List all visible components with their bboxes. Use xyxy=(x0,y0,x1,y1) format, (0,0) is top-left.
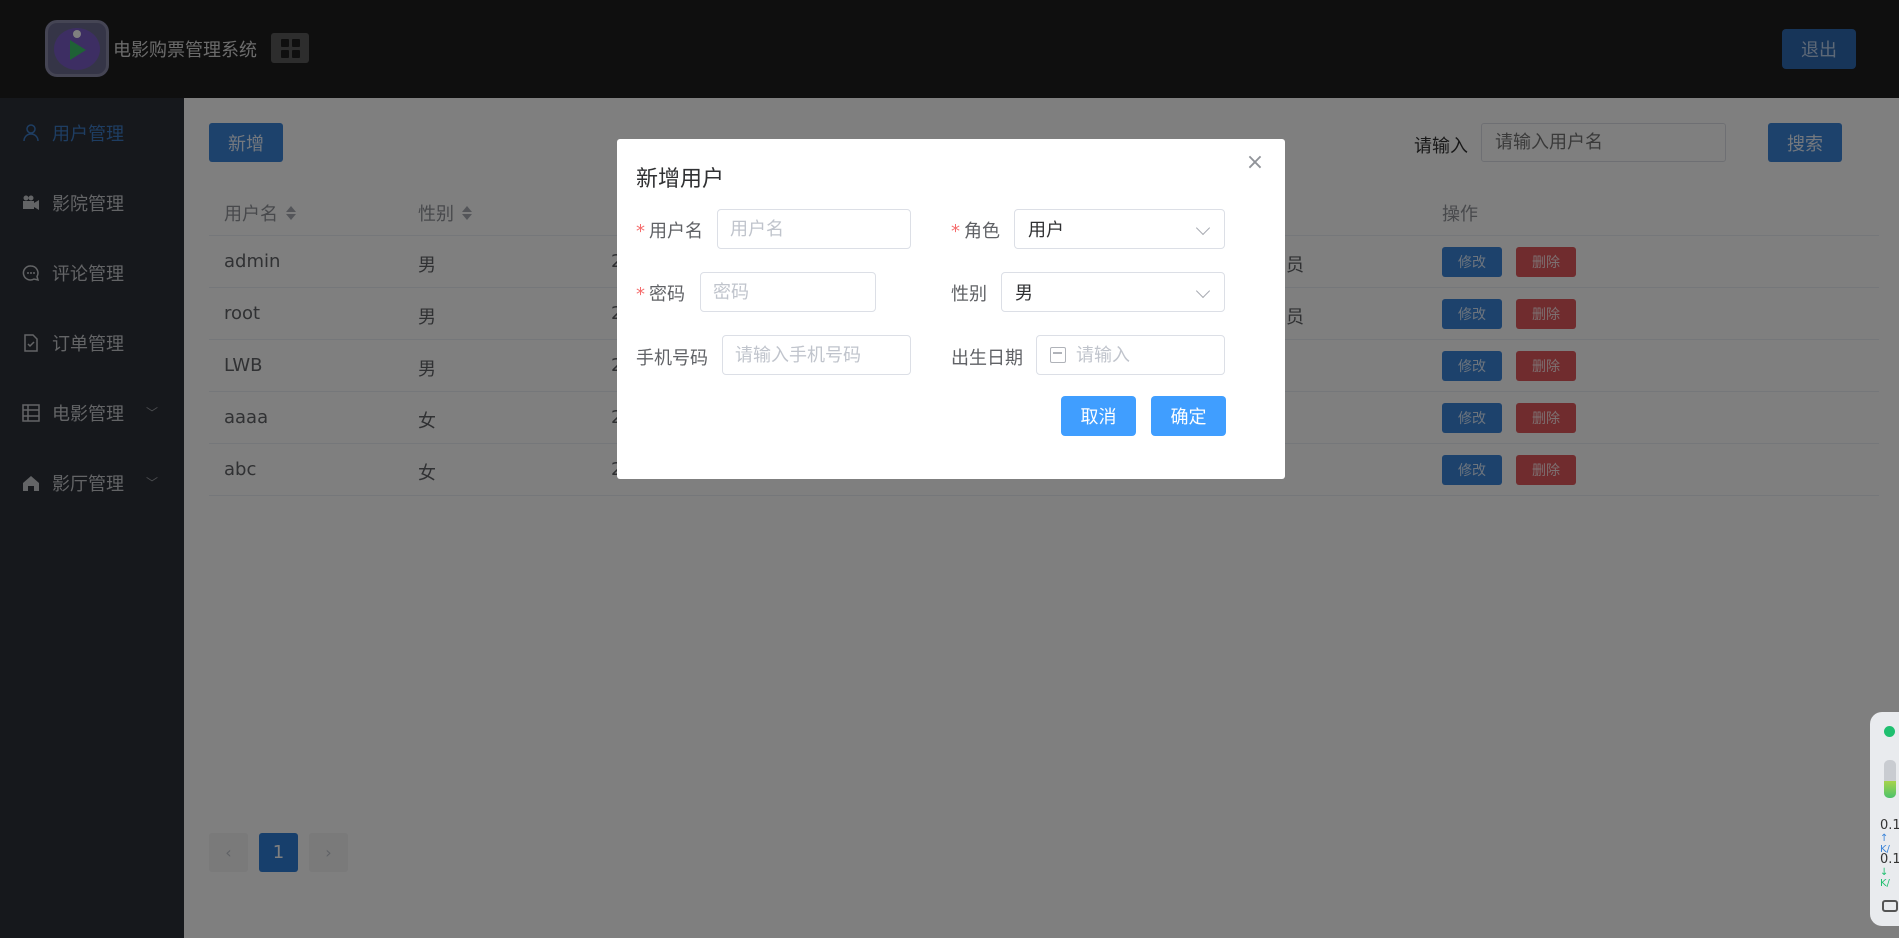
status-dot xyxy=(1884,726,1895,737)
confirm-button[interactable]: 确定 xyxy=(1151,396,1226,436)
phone-field[interactable] xyxy=(722,335,911,375)
birthday-label: 出生日期 xyxy=(951,348,1023,369)
chevron-down-icon xyxy=(1195,283,1211,299)
network-monitor-widget[interactable]: 0.1 ↑ K/ 0.1 ↓ K/ xyxy=(1870,712,1899,926)
username-label: * 用户名 xyxy=(636,221,703,242)
add-user-dialog: 新增用户 × *用户名 *角色 用户 *密码 性别 男 手机号码 出生日期 取消… xyxy=(617,139,1285,479)
phone-label: 手机号码 xyxy=(636,348,708,369)
gender-label: 性别 xyxy=(951,284,987,305)
download-unit: ↓ K/ xyxy=(1880,867,1890,889)
upload-value: 0.1 xyxy=(1880,818,1899,833)
password-label: * 密码 xyxy=(636,284,685,305)
chevron-down-icon xyxy=(1195,220,1211,236)
birthday-field[interactable] xyxy=(1076,344,1216,366)
cancel-button[interactable]: 取消 xyxy=(1061,396,1136,436)
screenshot-icon[interactable] xyxy=(1882,900,1898,912)
role-label: * 角色 xyxy=(951,221,1000,242)
gender-select[interactable]: 男 xyxy=(1001,272,1225,312)
level-bar xyxy=(1884,760,1896,798)
password-field[interactable] xyxy=(700,272,876,312)
dialog-title: 新增用户 xyxy=(636,167,725,192)
role-select[interactable]: 用户 xyxy=(1014,209,1225,249)
close-icon[interactable]: × xyxy=(1245,152,1265,174)
calendar-icon xyxy=(1050,347,1066,363)
username-field[interactable] xyxy=(717,209,911,249)
birthday-date-picker[interactable] xyxy=(1036,335,1225,375)
download-value: 0.1 xyxy=(1880,852,1899,867)
